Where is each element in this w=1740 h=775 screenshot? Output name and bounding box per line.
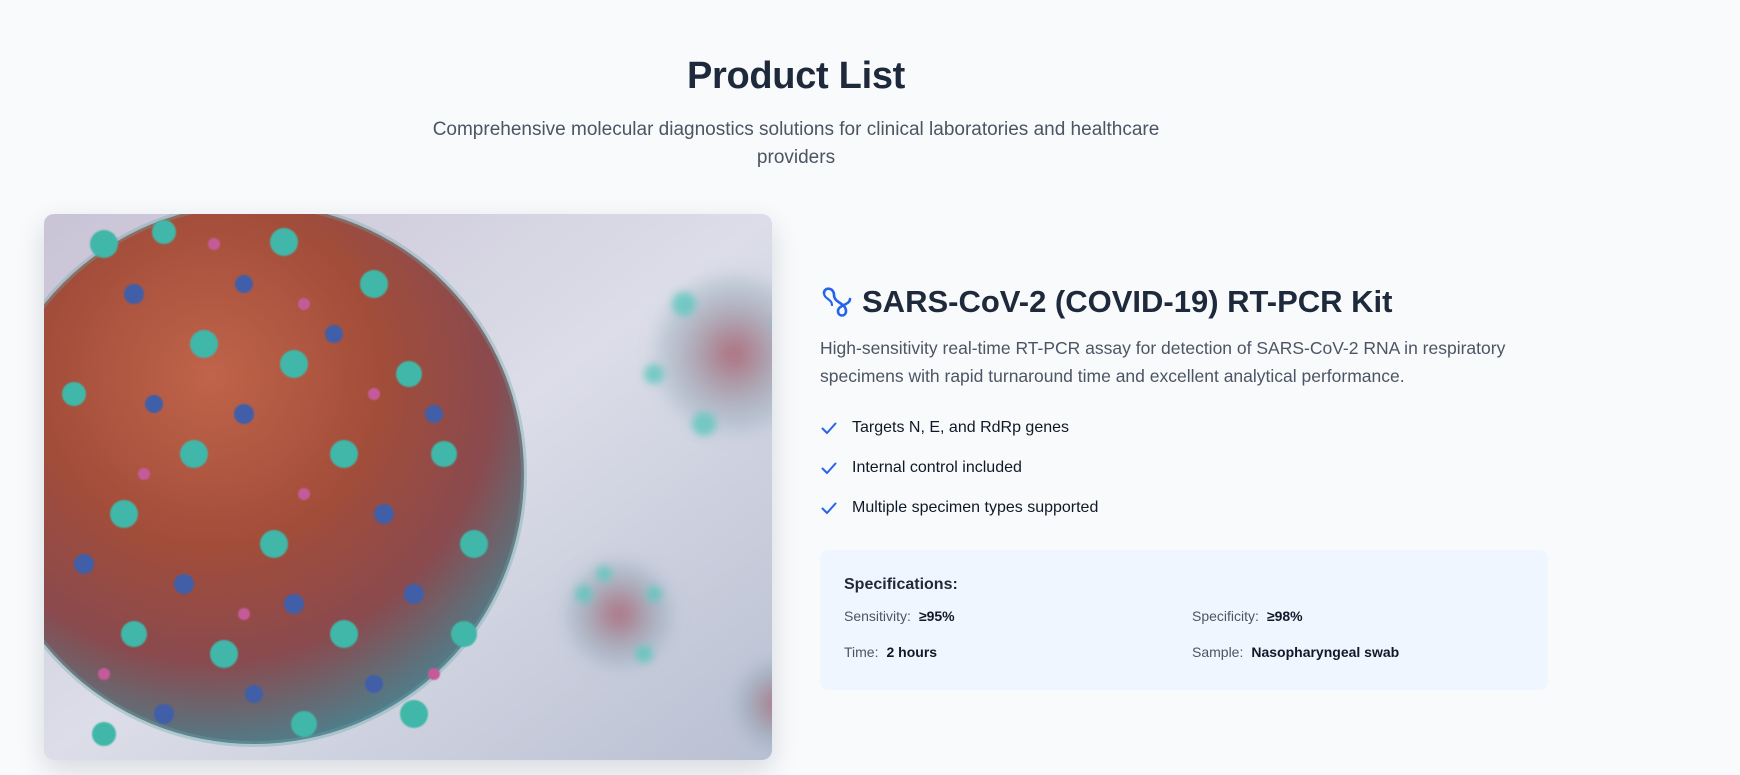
feature-list: Targets N, E, and RdRp genes Internal co… xyxy=(820,408,1548,528)
product-description: High-sensitivity real-time RT-PCR assay … xyxy=(820,338,1506,386)
check-icon xyxy=(820,499,838,517)
page-title: Product List xyxy=(686,55,906,97)
spec-value: ≥98% xyxy=(1266,608,1303,624)
specifications-panel: Specifications: Sensitivity: ≥95% Specifi… xyxy=(820,550,1548,690)
page: Product List Comprehensive molecular dia… xyxy=(0,0,1740,775)
check-icon xyxy=(820,419,838,437)
specifications-grid: Sensitivity: ≥95% Specificity: ≥98% Time: 2… xyxy=(844,608,1524,660)
feature-item: Internal control included xyxy=(820,448,1548,488)
spec-time: Time: 2 hours xyxy=(844,644,1192,660)
spec-value: ≥95% xyxy=(918,608,955,624)
spec-label: Sample: xyxy=(1192,644,1244,660)
dna-icon xyxy=(820,285,854,319)
page-subtitle: Comprehensive molecular diagnostics solu… xyxy=(432,119,1160,168)
product-details: SARS-CoV-2 (COVID-19) RT-PCR Kit High-se… xyxy=(820,282,1548,690)
product-name: SARS-CoV-2 (COVID-19) RT-PCR Kit xyxy=(862,284,1393,319)
coronavirus-image xyxy=(44,214,772,760)
feature-text: Targets N, E, and RdRp genes xyxy=(852,419,1070,436)
spec-specificity: Specificity: ≥98% xyxy=(1192,608,1492,624)
feature-text: Multiple specimen types supported xyxy=(852,499,1099,516)
feature-text: Internal control included xyxy=(852,459,1022,476)
product-image xyxy=(44,214,772,760)
spec-sample: Sample: Nasopharyngeal swab xyxy=(1192,644,1492,660)
spec-label: Sensitivity: xyxy=(844,608,911,624)
page-header: Product List Comprehensive molecular dia… xyxy=(0,52,1592,172)
spec-value: 2 hours xyxy=(886,644,938,660)
product-title: SARS-CoV-2 (COVID-19) RT-PCR Kit xyxy=(820,282,1548,322)
spec-value: Nasopharyngeal swab xyxy=(1251,644,1400,660)
spec-label: Specificity: xyxy=(1192,608,1259,624)
spec-label: Time: xyxy=(844,644,879,660)
feature-item: Multiple specimen types supported xyxy=(820,488,1548,528)
feature-item: Targets N, E, and RdRp genes xyxy=(820,408,1548,448)
check-icon xyxy=(820,459,838,477)
spec-sensitivity: Sensitivity: ≥95% xyxy=(844,608,1192,624)
specifications-title: Specifications: xyxy=(844,576,958,593)
